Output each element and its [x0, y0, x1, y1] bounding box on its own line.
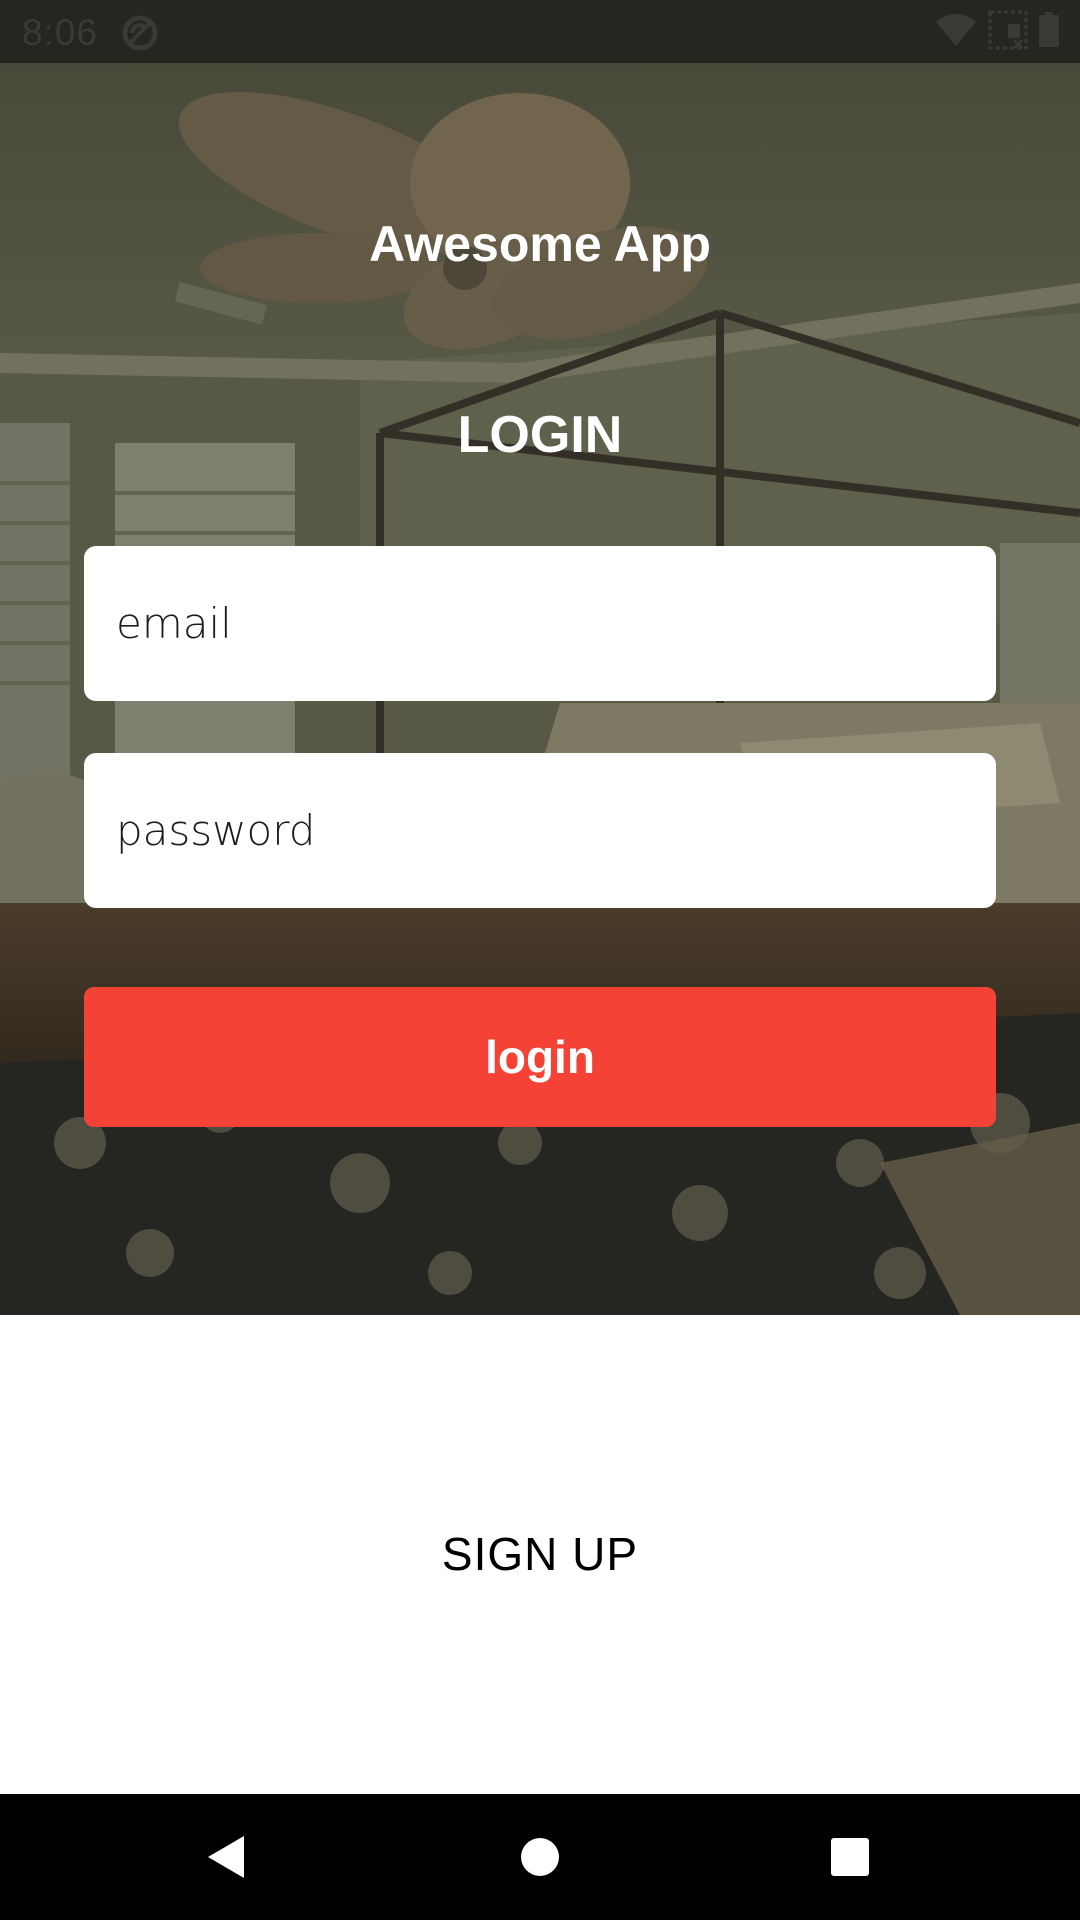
hero-background: Awesome App LOGIN login [0, 63, 1080, 1315]
signup-button[interactable]: SIGN UP [0, 1527, 1080, 1581]
wifi-off-icon [934, 12, 978, 53]
status-icons [934, 10, 1060, 55]
home-icon[interactable] [500, 1824, 580, 1890]
no-signal-icon [988, 10, 1028, 55]
login-heading: LOGIN [457, 406, 623, 464]
app-title: Awesome App [369, 216, 711, 272]
status-time: 8:06 [22, 12, 99, 53]
status-bar: 8:06 [0, 0, 1080, 63]
battery-icon [1038, 11, 1060, 53]
email-field[interactable] [84, 546, 996, 701]
login-button[interactable]: login [84, 987, 996, 1127]
password-input[interactable] [116, 806, 964, 855]
password-field[interactable] [84, 753, 996, 908]
sync-icon [120, 13, 160, 58]
recents-icon[interactable] [810, 1824, 890, 1890]
signup-section: SIGN UP [0, 1315, 1080, 1794]
navigation-bar [0, 1794, 1080, 1920]
back-icon[interactable] [186, 1824, 266, 1890]
email-input[interactable] [116, 599, 964, 648]
login-screen: 8:06 Awesome App LOGIN email login SIGN … [0, 0, 1080, 1920]
